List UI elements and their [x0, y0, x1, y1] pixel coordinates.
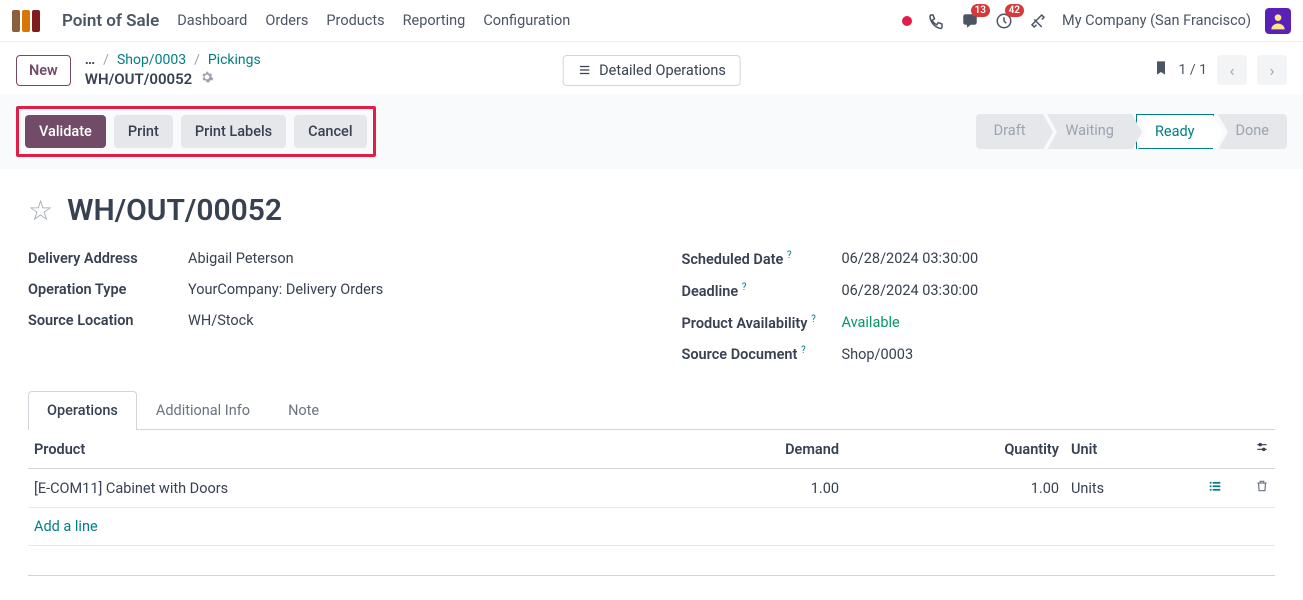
phone-icon[interactable] — [926, 11, 946, 31]
topbar-right: 13 42 My Company (San Francisco) — [902, 8, 1291, 34]
cancel-button[interactable]: Cancel — [294, 115, 366, 148]
bookmark-icon[interactable] — [1153, 60, 1169, 80]
source-location-value[interactable]: WH/Stock — [188, 312, 254, 329]
detailed-operations-button[interactable]: Detailed Operations — [562, 55, 741, 86]
tab-additional-info[interactable]: Additional Info — [137, 391, 269, 429]
cell-demand[interactable]: 1.00 — [705, 469, 845, 508]
settings-icon[interactable] — [1255, 441, 1269, 458]
delivery-address-label: Delivery Address — [28, 250, 188, 267]
pager-text: 1 / 1 — [1179, 62, 1207, 78]
source-document-label: Source Document ? — [682, 345, 842, 363]
nav-products[interactable]: Products — [326, 12, 384, 29]
details-icon[interactable] — [1195, 469, 1235, 508]
deadline-value[interactable]: 06/28/2024 03:30:00 — [842, 282, 979, 299]
user-avatar[interactable] — [1265, 8, 1291, 34]
star-icon[interactable]: ☆ — [28, 194, 53, 227]
page-title: WH/OUT/00052 — [67, 193, 282, 228]
availability-label: Product Availability ? — [682, 314, 842, 332]
breadcrumb-ellipsis[interactable]: … — [85, 52, 95, 68]
status-done[interactable]: Done — [1218, 114, 1287, 149]
detailed-operations-label: Detailed Operations — [599, 62, 726, 79]
availability-value: Available — [842, 314, 900, 331]
tools-icon[interactable] — [1028, 11, 1048, 31]
operation-type-label: Operation Type — [28, 281, 188, 298]
delivery-address-value[interactable]: Abigail Peterson — [188, 250, 294, 267]
status-draft[interactable]: Draft — [976, 114, 1044, 149]
scheduled-date-value[interactable]: 06/28/2024 03:30:00 — [842, 250, 979, 267]
company-selector[interactable]: My Company (San Francisco) — [1062, 12, 1251, 29]
cell-quantity[interactable]: 1.00 — [845, 469, 1065, 508]
cell-unit[interactable]: Units — [1065, 469, 1195, 508]
pager-prev-button[interactable]: ‹ — [1217, 55, 1247, 85]
highlighted-actions: Validate Print Print Labels Cancel — [16, 106, 376, 157]
tabs: Operations Additional Info Note — [28, 391, 1275, 430]
topbar: Point of Sale Dashboard Orders Products … — [0, 0, 1303, 42]
status-bar: Draft Waiting Ready Done — [972, 114, 1287, 149]
col-quantity[interactable]: Quantity — [845, 430, 1065, 469]
scheduled-date-label: Scheduled Date ? — [682, 250, 842, 268]
cell-product[interactable]: [E-COM11] Cabinet with Doors — [28, 469, 705, 508]
gear-icon[interactable] — [200, 70, 214, 88]
operation-type-value[interactable]: YourCompany: Delivery Orders — [188, 281, 383, 298]
deadline-label: Deadline ? — [682, 282, 842, 300]
nav-reporting[interactable]: Reporting — [403, 12, 466, 29]
operations-table: Product Demand Quantity Unit [E-COM11] C… — [28, 430, 1275, 576]
nav-configuration[interactable]: Configuration — [483, 12, 570, 29]
source-location-label: Source Location — [28, 312, 188, 329]
col-unit[interactable]: Unit — [1065, 430, 1195, 469]
list-icon — [577, 63, 591, 77]
print-labels-button[interactable]: Print Labels — [181, 115, 286, 148]
validate-button[interactable]: Validate — [25, 115, 106, 148]
status-ready[interactable]: Ready — [1136, 114, 1214, 149]
nav-orders[interactable]: Orders — [265, 12, 308, 29]
col-product[interactable]: Product — [28, 430, 705, 469]
nav-dashboard[interactable]: Dashboard — [177, 12, 247, 29]
form-content: ☆ WH/OUT/00052 Delivery AddressAbigail P… — [0, 169, 1303, 600]
pager-next-button[interactable]: › — [1257, 55, 1287, 85]
tab-operations[interactable]: Operations — [28, 391, 137, 430]
breadcrumb-shop[interactable]: Shop/0003 — [117, 52, 186, 68]
recording-dot-icon — [902, 16, 912, 26]
add-line-link[interactable]: Add a line — [34, 518, 98, 535]
subheader: New … / Shop/0003 / Pickings WH/OUT/0005… — [0, 42, 1303, 94]
activities-badge: 42 — [1005, 4, 1024, 17]
source-document-value[interactable]: Shop/0003 — [842, 346, 914, 363]
new-button[interactable]: New — [16, 55, 71, 86]
breadcrumb-current: WH/OUT/00052 — [85, 70, 192, 88]
delete-icon[interactable] — [1235, 469, 1275, 508]
print-button[interactable]: Print — [114, 115, 173, 148]
actionbar: Validate Print Print Labels Cancel Draft… — [0, 94, 1303, 169]
messages-icon[interactable]: 13 — [960, 11, 980, 31]
breadcrumb: … / Shop/0003 / Pickings WH/OUT/00052 — [85, 52, 261, 88]
tab-note[interactable]: Note — [269, 391, 338, 429]
activities-icon[interactable]: 42 — [994, 11, 1014, 31]
messages-badge: 13 — [971, 4, 990, 17]
col-demand[interactable]: Demand — [705, 430, 845, 469]
breadcrumb-pickings[interactable]: Pickings — [208, 52, 261, 68]
app-logo[interactable] — [12, 10, 40, 32]
status-waiting[interactable]: Waiting — [1047, 114, 1131, 149]
table-row-add: Add a line — [28, 508, 1275, 546]
app-title[interactable]: Point of Sale — [62, 11, 159, 31]
table-row[interactable]: [E-COM11] Cabinet with Doors 1.00 1.00 U… — [28, 469, 1275, 508]
